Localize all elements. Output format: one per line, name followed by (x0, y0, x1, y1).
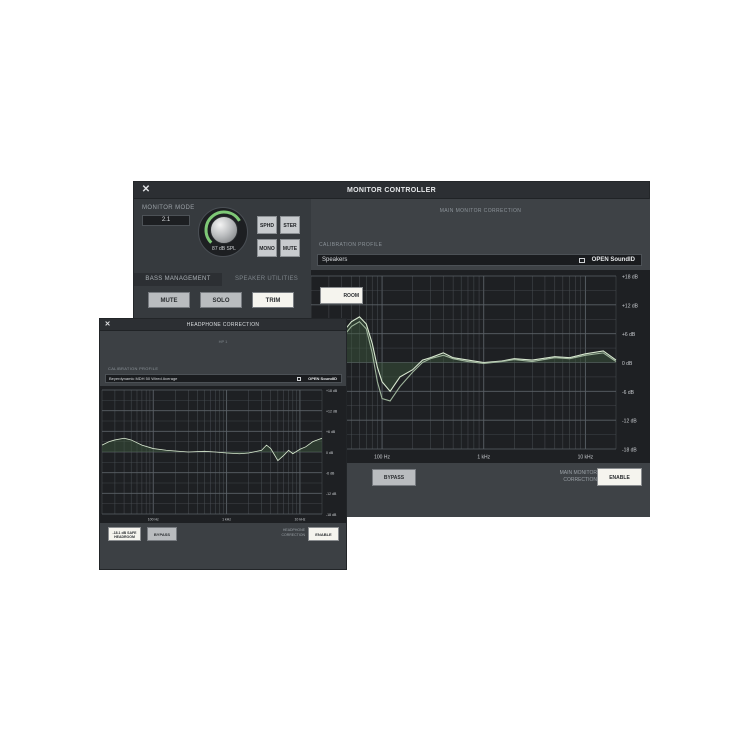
soundid-brand: OPEN SoundID (591, 257, 635, 263)
main-calibration-value: Speakers (322, 257, 348, 263)
hp-calibration-label: CALIBRATION PROFILE (108, 366, 159, 371)
y-tick-label: -6 dB (622, 390, 635, 396)
hp-titlebar: ✕ HEADPHONE CORRECTION (100, 319, 346, 331)
main-correction-label: MAIN MONITOR CORRECTION (517, 470, 597, 484)
x-tick-label: 10 kHz (578, 455, 594, 461)
y-tick-label: -12 dB (622, 419, 637, 425)
hp-correction-label: HEADPHONE CORRECTION (250, 528, 305, 538)
solo-button[interactable]: SOLO (200, 292, 242, 308)
monitor-mode-select[interactable]: 2.1 (142, 215, 190, 226)
hp-window-title: HEADPHONE CORRECTION (186, 321, 260, 328)
x-tick-label: 100 Hz (148, 517, 159, 521)
hp-frequency-graph: +18 dB +12 dB +6 dB 0 dB -6 dB -12 dB -18 dB 10… (100, 386, 346, 523)
hp-calibration-select[interactable]: Beyerdynamic MDH 50 Wired Average OPEN S… (105, 374, 342, 383)
main-correction-label-line1: MAIN MONITOR (559, 470, 597, 476)
mono-button[interactable]: MONO (257, 239, 277, 257)
monitor-mode-label: MONITOR MODE (142, 205, 195, 211)
main-headroom-button[interactable]: ROOM (320, 287, 363, 304)
stereo-button[interactable]: STER (280, 216, 300, 234)
hp-bypass-button[interactable]: BYPASS (147, 527, 177, 541)
hp-headroom-button[interactable]: -18.1 dB SAFE HEADROOM (108, 527, 141, 541)
main-correction-label-line2: CORRECTION (563, 477, 597, 483)
tab-bass-management[interactable]: BASS MANAGEMENT (134, 273, 222, 286)
hp-correction-label-line2: CORRECTION (281, 533, 305, 537)
trim-button[interactable]: TRIM (252, 292, 294, 308)
main-calibration-select[interactable]: Speakers OPEN SoundID (317, 254, 642, 266)
main-close-icon[interactable]: ✕ (140, 184, 152, 196)
volume-readout: 87 dB SPL (212, 246, 236, 252)
main-correction-title: MAIN MONITOR CORRECTION (439, 208, 522, 214)
sphd-button[interactable]: SPHD (257, 216, 277, 234)
y-tick-label: +6 dB (326, 430, 336, 434)
folder-icon[interactable] (579, 258, 585, 263)
y-tick-label: 0 dB (622, 361, 633, 367)
tab-speaker-utilities[interactable]: SPEAKER UTILITIES (222, 273, 311, 286)
folder-icon[interactable] (297, 377, 301, 381)
y-tick-label: +12 dB (326, 409, 338, 413)
hp-close-icon[interactable]: ✕ (103, 320, 112, 329)
y-tick-label: +6 dB (622, 332, 636, 338)
hp-calibration-value: Beyerdynamic MDH 50 Wired Average (109, 376, 178, 381)
headphone-correction-window: ✕ HEADPHONE CORRECTION HP 1 CALIBRATION … (99, 318, 347, 570)
x-tick-label: 10 kHz (294, 517, 305, 521)
y-tick-label: 0 dB (326, 451, 334, 455)
y-tick-label: -18 dB (622, 448, 637, 454)
x-tick-label: 1 kHz (222, 517, 231, 521)
main-window-title: MONITOR CONTROLLER (347, 186, 436, 194)
hp-headroom-line2: HEADROOM (114, 535, 135, 539)
mute-button[interactable]: MUTE (148, 292, 190, 308)
main-calibration-label: CALIBRATION PROFILE (319, 242, 383, 248)
y-tick-label: +18 dB (622, 275, 639, 281)
volume-knob[interactable]: 87 dB SPL (198, 207, 248, 257)
hp-preset-label: HP 1 (218, 339, 228, 344)
y-tick-label: -18 dB (326, 513, 337, 517)
main-correction-panel: MAIN MONITOR CORRECTION CALIBRATION PROF… (311, 199, 650, 517)
y-tick-label: +18 dB (326, 389, 338, 393)
utility-tabs: BASS MANAGEMENT SPEAKER UTILITIES (134, 273, 311, 286)
volume-knob-cap (210, 216, 238, 244)
y-tick-label: +12 dB (622, 303, 639, 309)
x-tick-label: 100 Hz (374, 455, 390, 461)
x-tick-label: 1 kHz (477, 455, 490, 461)
main-enable-button[interactable]: ENABLE (597, 468, 642, 486)
hp-enable-button[interactable]: ENABLE (308, 527, 339, 541)
main-bypass-button[interactable]: BYPASS (372, 469, 416, 486)
main-titlebar: ✕ MONITOR CONTROLLER (134, 182, 649, 199)
y-tick-label: -6 dB (326, 471, 335, 475)
mute-mode-button[interactable]: MUTE (280, 239, 300, 257)
y-tick-label: -12 dB (326, 492, 337, 496)
soundid-brand: OPEN SoundID (308, 376, 337, 381)
